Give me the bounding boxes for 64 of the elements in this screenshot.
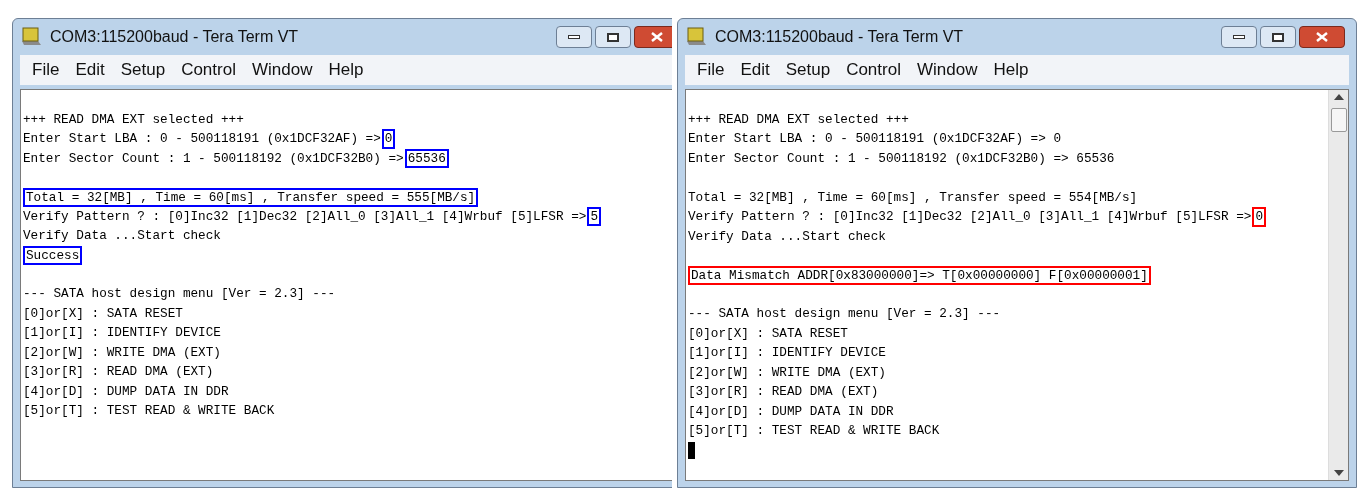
highlighted-text: 0: [1252, 207, 1267, 227]
terminal-text: Verify Data ...Start check: [688, 227, 887, 246]
minimize-icon: [568, 35, 580, 39]
menu-item[interactable]: Window: [916, 57, 978, 83]
scroll-down-icon[interactable]: [1333, 470, 1344, 476]
scrollbar[interactable]: [1328, 90, 1348, 480]
close-icon: [651, 32, 663, 42]
menu-item[interactable]: Edit: [740, 57, 770, 83]
terminal-text: +++ READ DMA EXT selected +++: [688, 110, 910, 129]
menu-item[interactable]: File: [697, 57, 725, 83]
terminal-text: Verify Pattern ? : [0]Inc32 [1]Dec32 [2]All_0 [3]All_1 [4]Wrbuf [5]LFSR =>: [688, 208, 1253, 226]
terminal-text: [5]or[T] : TEST READ & WRITE BACK: [23, 402, 276, 420]
window-title: COM3:115200baud - Tera Term VT: [715, 27, 965, 47]
menu-item[interactable]: Setup: [120, 57, 166, 83]
highlighted-text: 0: [381, 129, 396, 149]
close-icon: [1316, 32, 1328, 42]
highlighted-text: Success: [23, 245, 83, 265]
terminal-text: [3]or[R] : READ DMA (EXT): [688, 383, 880, 401]
menu-item[interactable]: File: [32, 57, 60, 83]
minimize-icon: [1233, 35, 1245, 39]
highlighted-text: 5: [587, 206, 602, 226]
scrollbar-thumb[interactable]: [1330, 108, 1347, 132]
terminal-text: [1]or[I] : IDENTIFY DEVICE: [688, 344, 887, 362]
menu-item[interactable]: Edit: [75, 57, 105, 83]
highlighted-text: Total = 32[MB] , Time = 60[ms] , Transfer speed = 555[MB/s]: [23, 187, 479, 207]
window-title: COM3:115200baud - Tera Term VT: [50, 27, 300, 47]
menu-item[interactable]: Control: [181, 57, 236, 83]
terminal-text: [5]or[T] : TEST READ & WRITE BACK: [688, 422, 941, 440]
terminal-text: +++ READ DMA EXT selected +++: [23, 110, 245, 129]
close-button[interactable]: [1299, 26, 1345, 48]
menu-item[interactable]: Help: [328, 57, 364, 83]
maximize-icon: [1272, 32, 1284, 42]
terminal-text: Enter Sector Count : 1 - 500118192 (0x1DCF32B0) => 65536: [688, 149, 1116, 168]
close-button[interactable]: [634, 26, 672, 48]
terminal-text: Verify Data ...Start check: [23, 227, 222, 245]
terminal-text: Total = 32[MB] , Time = 60[ms] , Transfer speed = 554[MB/s]: [688, 188, 1139, 207]
terminal-text: [2]or[W] : WRITE DMA (EXT): [23, 343, 222, 362]
terminal-text: --- SATA host design menu [Ver = 2.3] ---: [23, 285, 337, 303]
minimize-button[interactable]: [1221, 26, 1257, 48]
terminal-text: Enter Start LBA : 0 - 500118191 (0x1DCF32AF) =>: [23, 130, 382, 148]
terminal-text: [1]or[I] : IDENTIFY DEVICE: [23, 324, 222, 342]
menu-item[interactable]: Window: [251, 57, 313, 83]
terminal-text: Enter Sector Count : 1 - 500118192 (0x1DCF32B0) =>: [23, 149, 405, 168]
menu-item[interactable]: Setup: [785, 57, 831, 83]
highlighted-text: Data Mismatch ADDR[0x83000000]=> T[0x00000000] F[0x00000001]: [688, 265, 1151, 285]
terminal-text: [3]or[R] : READ DMA (EXT): [23, 363, 215, 381]
terminal-text: --- SATA host design menu [Ver = 2.3] ---: [688, 305, 1002, 323]
minimize-button[interactable]: [556, 26, 592, 48]
terminal-text: [0]or[X] : SATA RESET: [688, 324, 849, 343]
maximize-button[interactable]: [595, 26, 631, 48]
terminal-text: [4]or[D] : DUMP DATA IN DDR: [23, 382, 230, 401]
menu-item[interactable]: Control: [846, 57, 901, 83]
maximize-icon: [607, 32, 619, 42]
maximize-button[interactable]: [1260, 26, 1296, 48]
app-logo-icon: [20, 27, 42, 47]
scroll-up-icon[interactable]: [1333, 94, 1344, 100]
menu-item[interactable]: Help: [993, 57, 1029, 83]
highlighted-text: 65536: [404, 148, 449, 168]
terminal-text: [4]or[D] : DUMP DATA IN DDR: [688, 402, 895, 421]
app-logo-icon: [685, 27, 707, 47]
terminal-text: [0]or[X] : SATA RESET: [23, 304, 184, 323]
terminal-text: [2]or[W] : WRITE DMA (EXT): [688, 363, 887, 382]
terminal-text: Verify Pattern ? : [0]Inc32 [1]Dec32 [2]All_0 [3]All_1 [4]Wrbuf [5]LFSR =>: [23, 207, 588, 226]
terminal-text: Enter Start LBA : 0 - 500118191 (0x1DCF32AF) => 0: [688, 130, 1063, 148]
